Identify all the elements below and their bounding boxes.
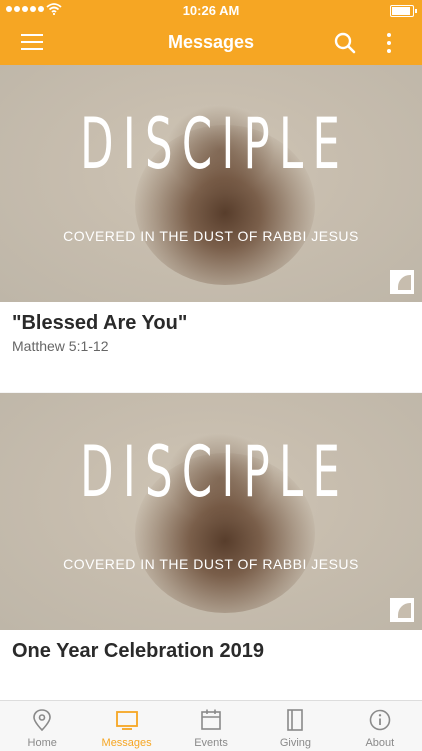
tab-about[interactable]: About bbox=[338, 701, 422, 751]
series-title: DISCIPLE bbox=[80, 103, 350, 185]
page-title: Messages bbox=[167, 32, 255, 52]
series-subtitle: COVERED IN THE DUST OF RABBI JESUS bbox=[63, 556, 359, 572]
message-title: "Blessed Are You" bbox=[12, 312, 188, 334]
more-options-button[interactable] bbox=[383, 31, 395, 55]
message-title: One Year Celebration 2019 bbox=[12, 640, 264, 662]
message-card[interactable]: DISCIPLE COVERED IN THE DUST OF RABBI JE… bbox=[0, 65, 422, 392]
battery-icon bbox=[390, 5, 417, 17]
search-icon[interactable] bbox=[334, 32, 356, 54]
tab-label: Home bbox=[27, 737, 57, 749]
tab-home[interactable]: Home bbox=[0, 701, 84, 751]
church-logo-icon bbox=[390, 598, 414, 622]
status-bar: 10:26 AM bbox=[0, 0, 422, 20]
message-reference: Matthew 5:1-12 bbox=[12, 338, 109, 354]
series-subtitle: COVERED IN THE DUST OF RABBI JESUS bbox=[63, 228, 359, 244]
tab-label: About bbox=[365, 737, 395, 749]
bottom-tab-bar: Home Messages Events Giving About bbox=[0, 700, 422, 751]
series-artwork: DISCIPLE COVERED IN THE DUST OF RABBI JE… bbox=[0, 393, 422, 630]
info-icon bbox=[369, 709, 391, 731]
message-card[interactable]: DISCIPLE COVERED IN THE DUST OF RABBI JE… bbox=[0, 393, 422, 700]
series-title: DISCIPLE bbox=[80, 431, 350, 513]
church-logo-icon bbox=[390, 270, 414, 294]
tab-label: Messages bbox=[101, 737, 152, 749]
series-artwork: DISCIPLE COVERED IN THE DUST OF RABBI JE… bbox=[0, 65, 422, 302]
tab-label: Events bbox=[194, 737, 228, 749]
status-time: 10:26 AM bbox=[182, 3, 240, 18]
book-icon bbox=[287, 709, 304, 731]
tab-giving[interactable]: Giving bbox=[253, 701, 337, 751]
location-pin-icon bbox=[33, 709, 52, 732]
tab-label: Giving bbox=[279, 737, 312, 749]
tab-messages[interactable]: Messages bbox=[84, 701, 168, 751]
monitor-icon bbox=[115, 711, 138, 730]
tab-events[interactable]: Events bbox=[169, 701, 253, 751]
app-bar: Messages bbox=[0, 20, 422, 65]
calendar-icon bbox=[201, 709, 221, 730]
